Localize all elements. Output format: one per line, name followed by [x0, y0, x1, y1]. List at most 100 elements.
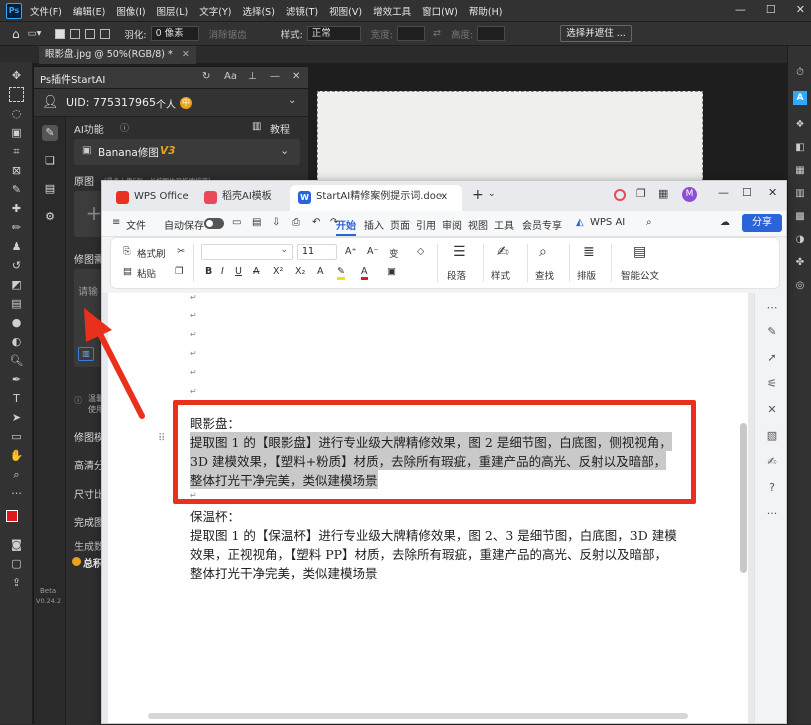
- blur-tool-icon[interactable]: ●: [9, 315, 24, 330]
- add-selection-icon[interactable]: [70, 28, 81, 39]
- italic-icon[interactable]: I: [221, 266, 224, 277]
- patterns-panel-icon[interactable]: ▩: [793, 210, 807, 224]
- vertical-scrollbar[interactable]: [740, 423, 747, 573]
- wps-search-icon[interactable]: ⌕: [646, 217, 652, 228]
- copy-icon[interactable]: ❐: [175, 266, 184, 277]
- new-tab-icon[interactable]: +: [472, 187, 484, 203]
- path-select-icon[interactable]: ➤: [9, 410, 24, 425]
- menu-window[interactable]: 窗口(W): [422, 4, 458, 18]
- open-folder-icon[interactable]: ▭: [232, 217, 241, 228]
- screen-mode-icon[interactable]: ▢: [9, 556, 24, 571]
- layers-icon[interactable]: ❏: [42, 153, 58, 169]
- menu-filter[interactable]: 滤镜(T): [286, 4, 318, 18]
- user-avatar[interactable]: M: [682, 187, 697, 202]
- frame-tool-icon[interactable]: ⊠: [9, 163, 24, 178]
- lasso-tool-icon[interactable]: ◌: [9, 106, 24, 121]
- pen-annotate-icon[interactable]: ✎: [765, 325, 779, 339]
- object-select-icon[interactable]: ▣: [9, 125, 24, 140]
- dodge-tool-icon[interactable]: ◐: [9, 334, 24, 349]
- tab-member[interactable]: 会员专享: [522, 217, 562, 232]
- brush-tool-icon[interactable]: ✏: [9, 220, 24, 235]
- style-select[interactable]: 正常: [306, 26, 361, 41]
- template-icon[interactable]: ▥: [78, 347, 94, 361]
- new-selection-icon[interactable]: [55, 28, 66, 39]
- bold-icon[interactable]: B: [205, 266, 212, 277]
- move-tool-icon[interactable]: ✥: [9, 68, 24, 83]
- font-color-icon[interactable]: A: [361, 266, 368, 280]
- menu-view[interactable]: 视图(V): [329, 4, 362, 18]
- collapse-icon[interactable]: —: [270, 71, 280, 82]
- horizontal-scrollbar[interactable]: [148, 713, 688, 719]
- tab-page[interactable]: 页面: [390, 217, 410, 232]
- smart-doc-button[interactable]: 智能公文: [621, 268, 659, 282]
- history-panel-icon[interactable]: ⏱: [793, 66, 807, 80]
- info-icon[interactable]: ⓘ: [120, 121, 129, 134]
- crop-tool-icon[interactable]: ⌗: [9, 144, 24, 159]
- save-icon[interactable]: ▤: [252, 217, 261, 228]
- copy-window-icon[interactable]: ❐: [636, 187, 646, 200]
- gradient-tool-icon[interactable]: ▤: [9, 296, 24, 311]
- export-icon[interactable]: ⇩: [272, 217, 280, 228]
- plugin-close-icon[interactable]: ✕: [292, 71, 300, 82]
- style-button[interactable]: 样式: [491, 268, 510, 282]
- healing-brush-icon[interactable]: ✚: [9, 201, 24, 216]
- text-effect-icon[interactable]: A: [317, 266, 324, 277]
- marquee-tool-icon[interactable]: [9, 87, 24, 102]
- drag-handle-icon[interactable]: ⠿: [158, 433, 165, 444]
- adjustments-panel-icon[interactable]: ◑: [793, 233, 807, 247]
- gradient-panel-icon[interactable]: ▥: [793, 187, 807, 201]
- intersect-selection-icon[interactable]: [100, 28, 111, 39]
- clear-format-icon[interactable]: ◇: [417, 246, 424, 257]
- tab-list-icon[interactable]: ⌄: [488, 189, 496, 199]
- find-button[interactable]: 查找: [535, 268, 554, 282]
- home-icon[interactable]: ⌂: [12, 27, 20, 41]
- minimize-icon[interactable]: —: [735, 3, 746, 16]
- highlight-icon[interactable]: ✎: [337, 266, 345, 280]
- layout-button[interactable]: 排版: [577, 268, 596, 282]
- superscript-icon[interactable]: X²: [273, 266, 283, 277]
- section-output-image[interactable]: 完成图: [74, 514, 104, 529]
- close-icon[interactable]: ✕: [796, 3, 805, 16]
- tab-wps-ai[interactable]: WPS AI: [590, 217, 625, 228]
- font-size-icon[interactable]: Aa: [224, 71, 237, 82]
- section-generate-count[interactable]: 生成数: [74, 538, 104, 553]
- tutorial-link[interactable]: 教程: [270, 121, 290, 136]
- char-border-icon[interactable]: ▣: [387, 266, 396, 277]
- edit-icon[interactable]: ✎: [42, 125, 58, 141]
- tools-icon[interactable]: ✕: [765, 403, 779, 417]
- subscript-icon[interactable]: X₂: [295, 266, 305, 277]
- swatches-panel-icon[interactable]: ▦: [793, 164, 807, 178]
- format-painter-button[interactable]: 格式刷: [137, 246, 166, 260]
- quick-mask-icon[interactable]: ◙: [9, 537, 24, 552]
- width-input[interactable]: [397, 26, 425, 41]
- height-input[interactable]: [477, 26, 506, 41]
- tab-document[interactable]: W StartAI精修案例提示词.docx •: [290, 185, 462, 211]
- autosave-toggle[interactable]: [204, 218, 224, 229]
- section-hd-resolution[interactable]: 高清分: [74, 457, 104, 472]
- underline-icon[interactable]: U: [235, 266, 242, 277]
- paragraph-button[interactable]: 段落: [447, 268, 466, 282]
- zoom-tool-icon[interactable]: ⌕: [9, 467, 24, 482]
- more-tools-icon[interactable]: ···: [9, 486, 24, 501]
- more-vertical-icon[interactable]: ⋯: [765, 301, 779, 315]
- eyedropper-icon[interactable]: ✎: [9, 182, 24, 197]
- subtract-selection-icon[interactable]: [85, 28, 96, 39]
- menu-file[interactable]: 文件(F): [30, 4, 62, 18]
- wps-maximize-icon[interactable]: ☐: [742, 186, 752, 199]
- tab-wps-office[interactable]: WPS Office: [108, 185, 194, 211]
- select-and-mask-button[interactable]: 选择并遮住 ...: [560, 25, 632, 42]
- feather-input[interactable]: 0 像素: [150, 26, 199, 41]
- image-tool-icon[interactable]: ▧: [765, 429, 779, 443]
- uid-dropdown-icon[interactable]: ⌄: [288, 95, 296, 106]
- tab-tools[interactable]: 工具: [494, 217, 514, 232]
- eraser-icon[interactable]: ◩: [9, 277, 24, 292]
- tab-home[interactable]: 开始: [336, 217, 356, 236]
- clipboard-icon[interactable]: ▤: [42, 181, 58, 197]
- undo-icon[interactable]: ↶: [312, 217, 320, 228]
- share-icon[interactable]: ⇪: [9, 575, 24, 590]
- menu-type[interactable]: 文字(Y): [199, 4, 231, 18]
- tab-review[interactable]: 审阅: [442, 217, 462, 232]
- type-tool-icon[interactable]: T: [9, 391, 24, 406]
- color-panel-icon[interactable]: ◧: [793, 141, 807, 155]
- grid-icon[interactable]: ▦: [658, 187, 668, 200]
